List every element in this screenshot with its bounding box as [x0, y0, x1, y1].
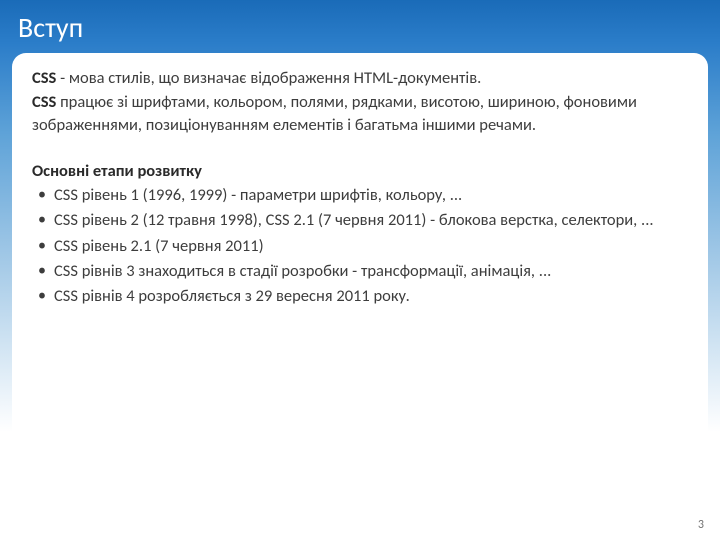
para2-bold: CSS — [32, 92, 56, 112]
title-bar: Вступ — [0, 0, 720, 53]
bullet-list: CSS рівень 1 (1996, 1999) - параметри шр… — [32, 184, 688, 307]
list-item: CSS рівнів 4 розробляється з 29 вересня … — [36, 285, 688, 307]
subheading: Основні етапи розвитку — [32, 160, 688, 182]
para1-bold: CSS — [32, 68, 56, 88]
content-panel: CSS - мова стилів, що визначає відображе… — [12, 53, 708, 527]
list-item: CSS рівень 2.1 (7 червня 2011) — [36, 235, 688, 257]
paragraph-1: CSS - мова стилів, що визначає відображе… — [32, 67, 688, 89]
list-item: CSS рівень 1 (1996, 1999) - параметри шр… — [36, 184, 688, 206]
spacer — [32, 138, 688, 160]
para1-text: - мова стилів, що визначає відображення … — [56, 68, 481, 88]
list-item: CSS рівнів 3 знаходиться в стадії розроб… — [36, 260, 688, 282]
list-item: CSS рівень 2 (12 травня 1998), CSS 2.1 (… — [36, 209, 688, 231]
page-number: 3 — [698, 518, 704, 532]
page-title: Вступ — [18, 10, 702, 45]
para2-text: працює зі шрифтами, кольором, полями, ря… — [32, 92, 637, 134]
paragraph-2: CSS працює зі шрифтами, кольором, полями… — [32, 91, 688, 136]
